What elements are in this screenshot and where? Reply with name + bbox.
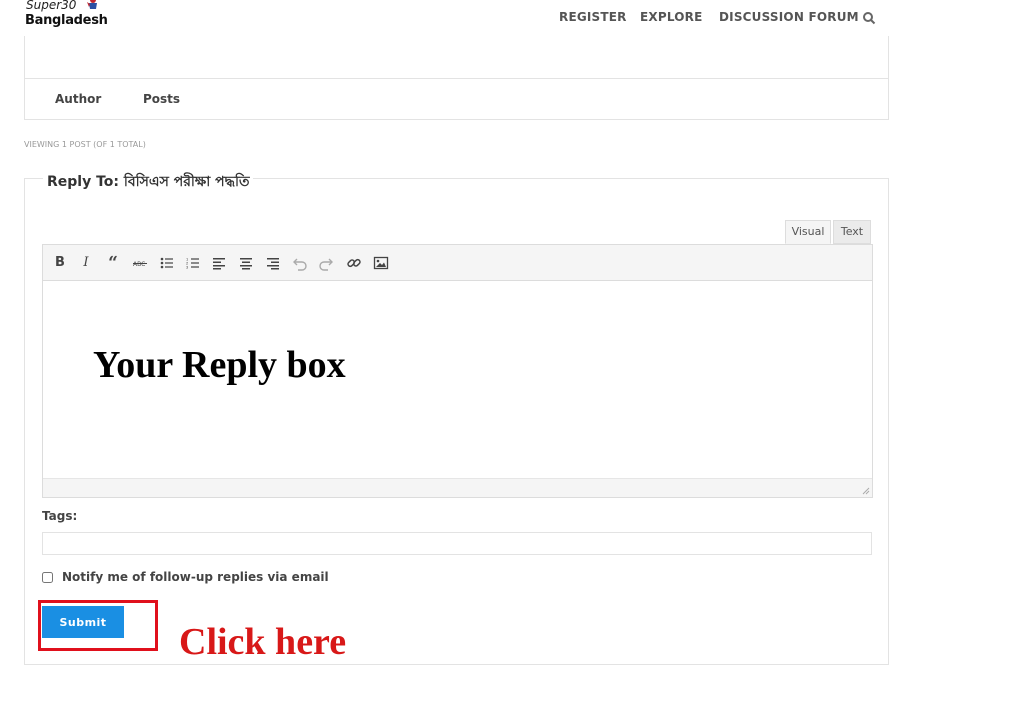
align-left-icon[interactable]: [211, 255, 227, 271]
bullet-list-icon[interactable]: [159, 255, 175, 271]
image-icon[interactable]: [373, 255, 389, 271]
search-icon[interactable]: [862, 11, 876, 25]
align-center-icon[interactable]: [238, 255, 254, 271]
align-right-icon[interactable]: [265, 255, 281, 271]
notify-label[interactable]: Notify me of follow-up replies via email: [62, 570, 329, 584]
superhero-icon: [87, 0, 97, 9]
main-nav: REGISTER EXPLORE DISCUSSION FORUM: [0, 10, 1024, 26]
editor-status-bar: [43, 478, 872, 497]
click-here-annotation: Click here: [179, 621, 347, 663]
reply-legend: Reply To: বিসিএস পরীক্ষা পদ্ধতি: [43, 170, 254, 194]
strikethrough-icon[interactable]: ABC: [132, 255, 148, 271]
editor-content-area[interactable]: Your Reply box: [44, 282, 871, 477]
divider: [25, 78, 888, 79]
submit-button[interactable]: Submit: [42, 606, 124, 638]
resize-handle-icon[interactable]: [861, 486, 870, 495]
nav-discussion-forum[interactable]: DISCUSSION FORUM: [719, 10, 859, 24]
editor-toolbar: B I “ ABC 123: [43, 245, 872, 281]
blockquote-icon[interactable]: “: [105, 255, 121, 272]
nav-explore[interactable]: EXPLORE: [640, 10, 703, 24]
numbered-list-icon[interactable]: 123: [185, 255, 201, 271]
viewing-count: Viewing 1 post (of 1 total): [24, 140, 146, 149]
column-posts: Posts: [143, 92, 181, 106]
link-icon[interactable]: [346, 255, 362, 271]
tab-text[interactable]: Text: [833, 220, 871, 244]
tags-input[interactable]: [42, 532, 872, 555]
nav-register[interactable]: REGISTER: [559, 10, 627, 24]
bold-icon[interactable]: B: [52, 255, 68, 271]
topic-header-box: Author Posts: [24, 36, 889, 120]
column-author: Author: [55, 92, 102, 106]
svg-text:ABC: ABC: [133, 261, 145, 268]
tab-visual[interactable]: Visual: [785, 220, 831, 244]
reply-box-annotation: Your Reply box: [93, 344, 346, 386]
tags-label: Tags:: [42, 509, 78, 523]
italic-icon[interactable]: I: [78, 255, 94, 271]
redo-icon[interactable]: [318, 255, 334, 271]
svg-text:3: 3: [186, 265, 189, 270]
reply-editor: B I “ ABC 123 Your Reply box: [42, 244, 873, 498]
undo-icon[interactable]: [292, 255, 308, 271]
notify-checkbox[interactable]: [42, 572, 53, 583]
reply-form: Reply To: বিসিএস পরীক্ষা পদ্ধতি Visual T…: [24, 170, 889, 665]
